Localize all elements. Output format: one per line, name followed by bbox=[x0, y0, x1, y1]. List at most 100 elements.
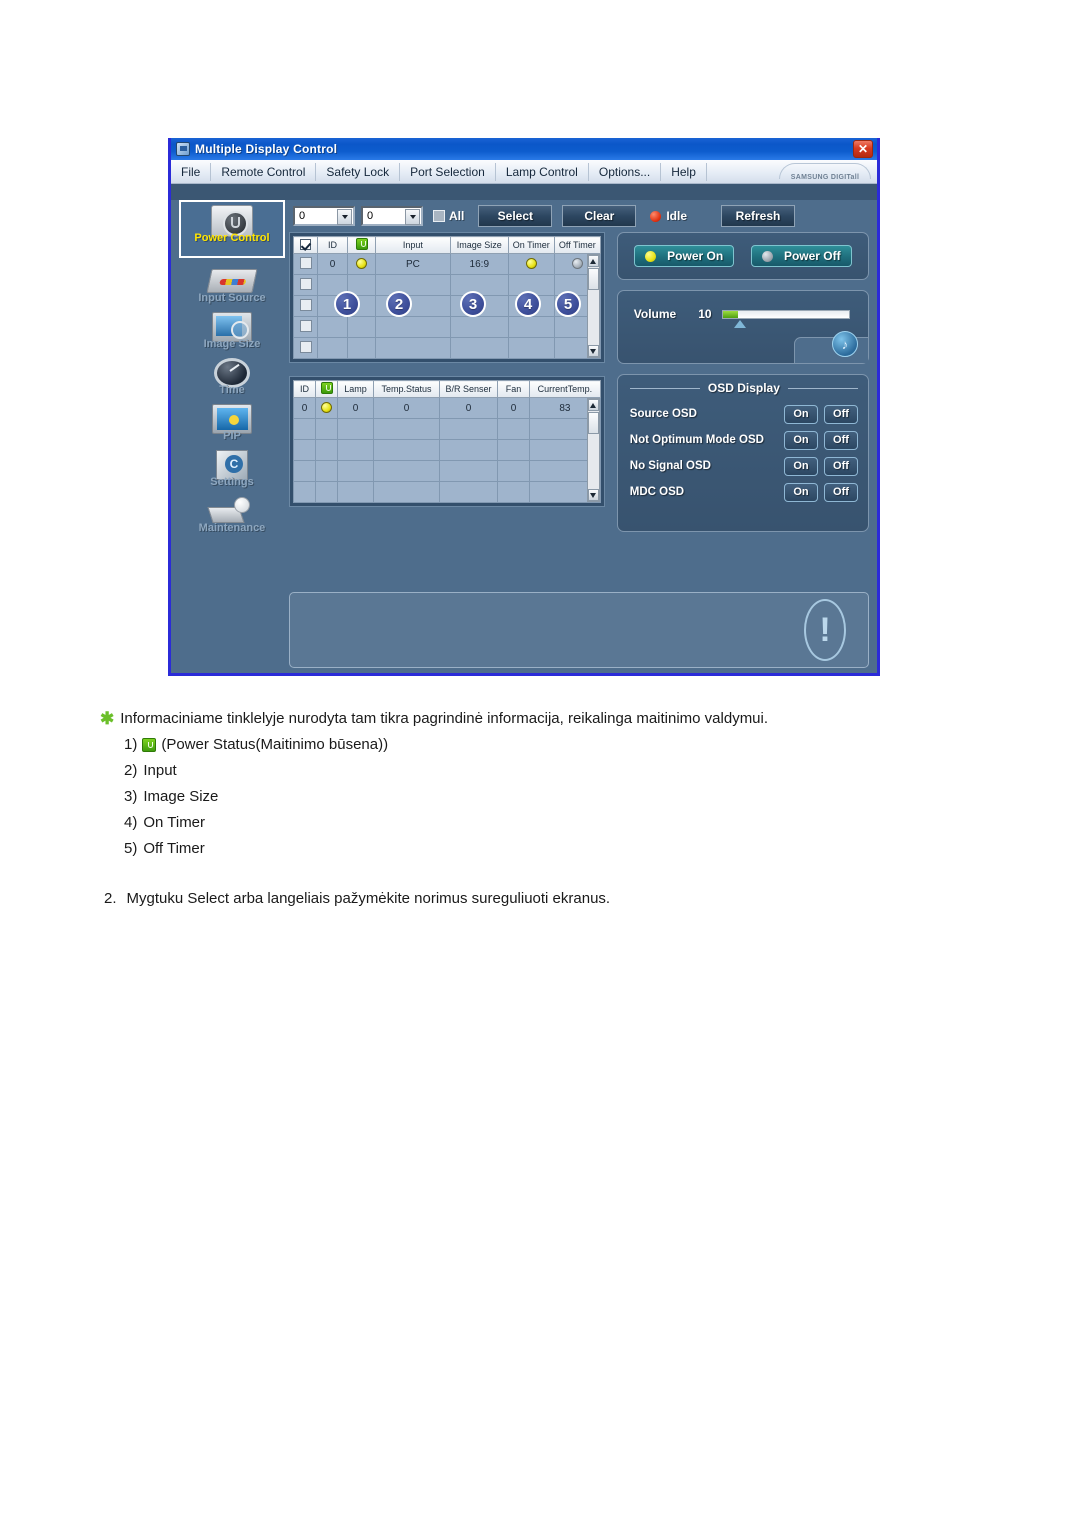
chevron-down-icon[interactable] bbox=[337, 209, 352, 225]
power-on-led-icon bbox=[645, 250, 657, 262]
select-button[interactable]: Select bbox=[478, 205, 553, 227]
row-checkbox-cell[interactable] bbox=[293, 316, 318, 338]
table-row[interactable] bbox=[293, 439, 601, 461]
osd-label: MDC OSD bbox=[629, 486, 685, 498]
power-on-button[interactable]: Power On bbox=[634, 245, 735, 267]
body-top-strip bbox=[171, 184, 877, 200]
sidebar-item-label: Input Source bbox=[198, 292, 266, 304]
volume-slider-handle[interactable] bbox=[733, 319, 746, 328]
power-off-label: Power Off bbox=[783, 249, 841, 263]
scrollbar-thumb[interactable] bbox=[587, 268, 599, 290]
sidebar-item-pip[interactable]: PIP bbox=[179, 400, 285, 442]
list-item: 4) On Timer bbox=[0, 810, 1080, 836]
scroll-down-icon[interactable] bbox=[587, 489, 599, 501]
sidebar-item-maintenance[interactable]: Maintenance bbox=[179, 492, 285, 534]
row-temp-status: 0 bbox=[373, 397, 440, 419]
mdc-osd-off-button[interactable]: Off bbox=[824, 482, 858, 502]
power-off-button[interactable]: Power Off bbox=[750, 245, 852, 267]
checkbox-icon[interactable] bbox=[299, 298, 312, 311]
menu-item-options[interactable]: Options... bbox=[589, 162, 662, 181]
sidebar-item-input-source[interactable]: Input Source bbox=[179, 262, 285, 304]
source-osd-on-button[interactable]: On bbox=[784, 404, 818, 424]
checkbox-checked-icon[interactable] bbox=[300, 238, 311, 250]
volume-panel: Volume 10 ♪ bbox=[616, 290, 869, 364]
window-titlebar: Multiple Display Control ✕ bbox=[171, 138, 877, 160]
power-status-icon bbox=[142, 738, 157, 752]
header-on-timer: On Timer bbox=[507, 236, 555, 254]
not-optimum-osd-on-button[interactable]: On bbox=[784, 430, 818, 450]
table-header-row: ID Lamp Temp.Status B/R Senser Fan Curre… bbox=[293, 380, 601, 398]
no-signal-osd-on-button[interactable]: On bbox=[784, 456, 818, 476]
table-row[interactable] bbox=[293, 337, 601, 359]
not-optimum-osd-off-button[interactable]: Off bbox=[824, 430, 858, 450]
no-signal-osd-off-button[interactable]: Off bbox=[824, 456, 858, 476]
header-select-all[interactable] bbox=[293, 236, 318, 254]
sidebar-item-settings[interactable]: Settings bbox=[179, 446, 285, 488]
menu-item-safety-lock[interactable]: Safety Lock bbox=[316, 162, 401, 181]
menu-item-remote-control[interactable]: Remote Control bbox=[211, 162, 317, 181]
callout-5: 5 bbox=[555, 291, 581, 317]
osd-row-not-optimum: Not Optimum Mode OSD On Off bbox=[630, 427, 858, 453]
power-panel: Power On Power Off bbox=[616, 232, 869, 280]
sidebar-item-image-size[interactable]: Image Size bbox=[179, 308, 285, 350]
osd-label: Source OSD bbox=[629, 408, 697, 420]
table-row[interactable]: 0 PC 16:9 bbox=[293, 253, 601, 275]
checkbox-icon[interactable] bbox=[299, 256, 312, 269]
close-icon[interactable]: ✕ bbox=[853, 140, 873, 158]
chevron-down-icon[interactable] bbox=[405, 209, 420, 225]
speaker-icon[interactable]: ♪ bbox=[832, 331, 858, 357]
off-timer-led-icon bbox=[571, 258, 583, 270]
menu-item-help[interactable]: Help bbox=[661, 162, 707, 181]
sidebar-item-label: Image Size bbox=[203, 338, 261, 350]
list-item: 1) (Power Status(Maitinimo būsena)) bbox=[0, 732, 1080, 758]
menu-item-port-selection[interactable]: Port Selection bbox=[400, 162, 496, 181]
volume-row: Volume 10 bbox=[618, 291, 868, 328]
header-id: ID bbox=[317, 236, 348, 254]
sidebar-item-label: Power Control bbox=[194, 232, 270, 244]
table-row[interactable] bbox=[293, 418, 601, 440]
scrollbar-thumb[interactable] bbox=[587, 412, 599, 434]
list-number: 5) bbox=[124, 840, 138, 857]
checkbox-icon[interactable] bbox=[433, 210, 445, 222]
scroll-down-icon[interactable] bbox=[587, 345, 599, 357]
lamp-table-wrapper: ID Lamp Temp.Status B/R Senser Fan Curre… bbox=[289, 376, 605, 507]
row-checkbox-cell[interactable] bbox=[293, 253, 318, 275]
menu-item-file[interactable]: File bbox=[171, 162, 212, 181]
scroll-up-icon[interactable] bbox=[587, 255, 599, 267]
table-row[interactable] bbox=[293, 316, 601, 338]
sidebar-item-label: PIP bbox=[223, 430, 241, 442]
on-timer-led-icon bbox=[525, 258, 537, 270]
menu-item-lamp-control[interactable]: Lamp Control bbox=[496, 162, 589, 181]
mdc-osd-on-button[interactable]: On bbox=[784, 482, 818, 502]
osd-row-mdc: MDC OSD On Off bbox=[630, 479, 858, 505]
id-from-dropdown[interactable]: 0 bbox=[293, 206, 355, 226]
row-checkbox-cell[interactable] bbox=[293, 337, 318, 359]
row-checkbox-cell[interactable] bbox=[293, 274, 318, 296]
logo-text: SAMSUNG DIGITall bbox=[790, 174, 860, 181]
lamp-table-scrollbar[interactable] bbox=[586, 398, 600, 502]
list-text: (Power Status(Maitinimo būsena)) bbox=[161, 736, 389, 753]
table-row[interactable] bbox=[293, 460, 601, 482]
table-row[interactable] bbox=[293, 481, 601, 503]
source-osd-off-button[interactable]: Off bbox=[824, 404, 858, 424]
sidebar-item-power-control[interactable]: Power Control bbox=[179, 200, 285, 258]
divider bbox=[787, 387, 858, 389]
id-to-dropdown[interactable]: 0 bbox=[361, 206, 423, 226]
step-number: 2. bbox=[104, 890, 117, 907]
refresh-button[interactable]: Refresh bbox=[721, 205, 796, 227]
table-row[interactable]: 0 0 0 0 0 83 bbox=[293, 397, 601, 419]
checkbox-icon[interactable] bbox=[299, 340, 312, 353]
volume-slider[interactable] bbox=[721, 309, 850, 328]
checkbox-icon[interactable] bbox=[299, 319, 312, 332]
sidebar-item-time[interactable]: Time bbox=[179, 354, 285, 396]
status-label: Idle bbox=[666, 209, 688, 223]
display-table-scrollbar[interactable] bbox=[586, 254, 600, 358]
scroll-up-icon[interactable] bbox=[587, 399, 599, 411]
checkbox-icon[interactable] bbox=[299, 277, 312, 290]
clear-button[interactable]: Clear bbox=[562, 205, 637, 227]
row-checkbox-cell[interactable] bbox=[293, 295, 318, 317]
volume-slider-fill bbox=[722, 310, 738, 318]
list-text: On Timer bbox=[143, 814, 206, 831]
note-row: ✱ Informaciniame tinklelyje nurodyta tam… bbox=[0, 706, 1080, 732]
all-checkbox[interactable]: All bbox=[433, 209, 464, 223]
